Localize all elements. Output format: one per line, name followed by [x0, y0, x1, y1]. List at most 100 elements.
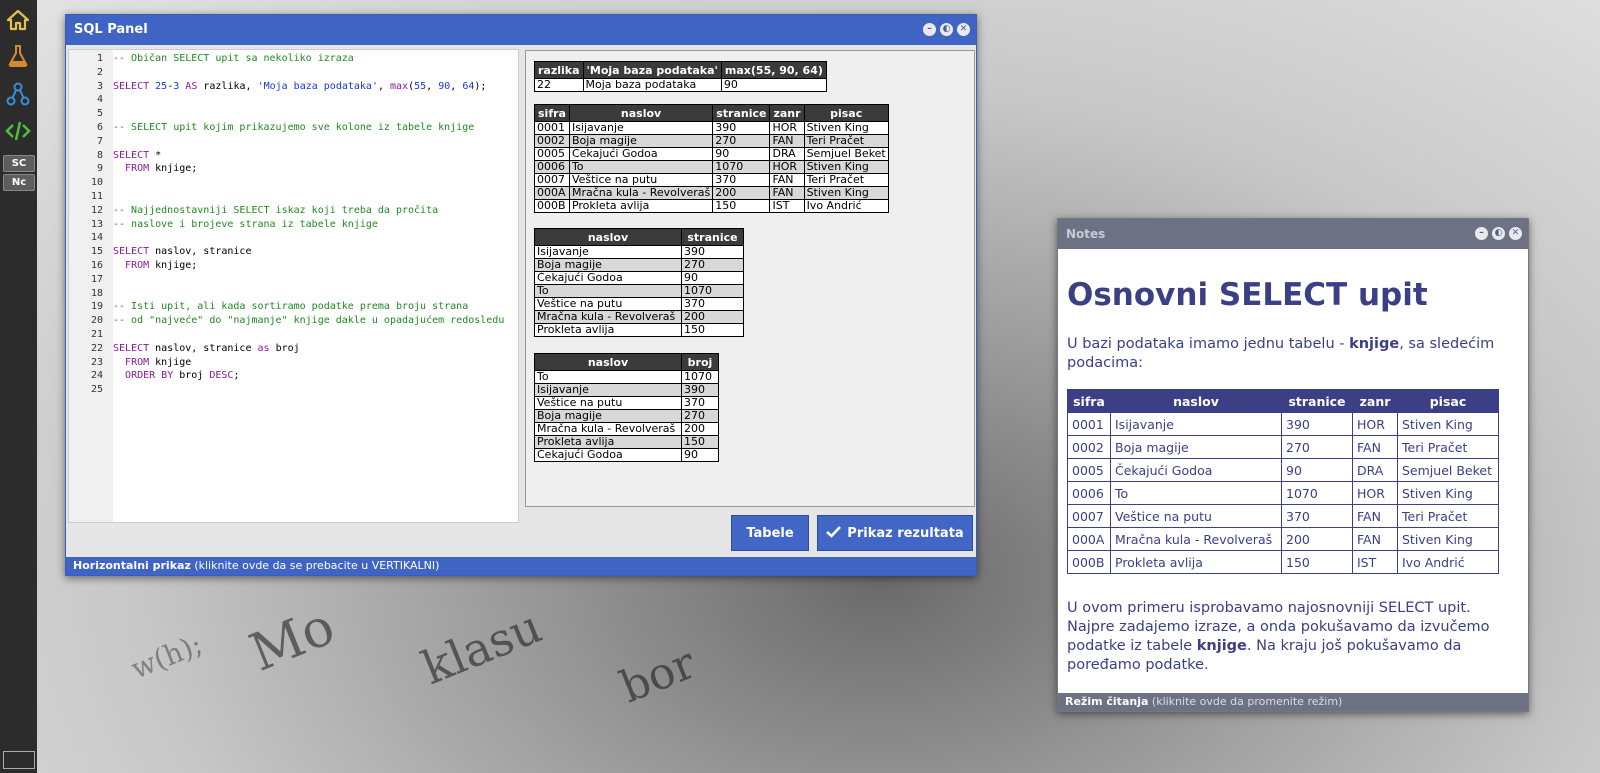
notes-heading: Osnovni SELECT upit — [1067, 277, 1428, 313]
column-header: pisac — [1397, 389, 1499, 413]
table-cell: Ivo Andrić — [803, 199, 889, 213]
table-row: Isijavanje 390 — [534, 383, 719, 397]
home-icon[interactable] — [4, 6, 32, 34]
table-cell: 90 — [681, 271, 744, 285]
code-line[interactable]: 14 — [69, 231, 518, 245]
table-cell: Veštice na putu — [568, 173, 714, 187]
sidebar-tag-sc[interactable]: SC — [3, 155, 35, 172]
column-header: naslov — [1110, 389, 1282, 413]
line-number: 13 — [90, 218, 103, 230]
sidebar-bottom-box[interactable] — [3, 751, 35, 769]
column-header: naslov — [534, 353, 682, 371]
line-number: 15 — [90, 246, 103, 258]
sql-code-editor[interactable]: 1 -- Običan SELECT upit sa nekoliko izraz… — [68, 49, 519, 523]
code-line[interactable]: 22 SELECT naslov, stranice as broj — [69, 342, 518, 356]
code-line[interactable]: 19 -- Isti upit, ali kada sortiramo podat… — [69, 300, 518, 314]
table-cell: Stiven King — [803, 160, 889, 174]
table-cell: Prokleta avlija — [568, 199, 714, 213]
code-icon[interactable] — [4, 117, 32, 145]
table-cell: To — [534, 370, 682, 384]
sql-panel-titlebar[interactable]: SQL Panel – ◐ ✕ — [66, 15, 976, 45]
code-line[interactable]: 17 — [69, 273, 518, 287]
code-line[interactable]: 20 -- od "najveće" do "najmanje" knjige d… — [69, 314, 518, 328]
table-row: Veštice na putu 370 — [534, 297, 744, 311]
code-line[interactable]: 16 FROM knjige; — [69, 259, 518, 273]
table-cell: 270 — [1281, 435, 1353, 459]
code-line[interactable]: 18 — [69, 287, 518, 301]
code-line[interactable]: 5 — [69, 107, 518, 121]
table-cell: FAN — [769, 173, 805, 187]
table-cell: Boja magije — [534, 258, 682, 272]
restore-icon[interactable]: ◐ — [940, 23, 953, 36]
table-cell: 200 — [1281, 527, 1353, 551]
table-cell: Teri Pračet — [803, 134, 889, 148]
line-number: 11 — [90, 191, 103, 202]
code-line[interactable]: 21 — [69, 328, 518, 342]
line-number: 24 — [90, 370, 103, 382]
sidebar-tag-nc[interactable]: Nc — [3, 174, 35, 191]
code-line[interactable]: 3 SELECT 25-3 AS razlika, 'Moja baza poda… — [69, 80, 518, 94]
view-mode-hint: (kliknite ovde da se prebacite u VERTIKA… — [190, 559, 440, 572]
table-cell: DRA — [1352, 458, 1398, 482]
line-number: 20 — [90, 315, 103, 327]
sql-panel-status-bar[interactable]: Horizontalni prikaz (kliknite ovde da se… — [66, 557, 976, 575]
code-line[interactable]: 10 — [69, 176, 518, 190]
reading-mode-label: Režim čitanja — [1065, 695, 1149, 708]
table-row: 22 Moja baza podataka 90 — [534, 78, 827, 92]
table-row: 0005 Čekajući Godoa 90 DRA Semjuel Beket — [1067, 458, 1499, 482]
code-line[interactable]: 9 FROM knjige; — [69, 162, 518, 176]
result-table-2: sifra naslov stranice zanr pisac 0001 Isijavan… — [534, 104, 889, 213]
tables-button[interactable]: Tabele — [731, 515, 809, 551]
code-line[interactable]: 12 -- Najjednostavniji SELECT iskaz koji … — [69, 204, 518, 218]
table-cell: FAN — [769, 186, 805, 200]
table-row: Boja magije 270 — [534, 409, 719, 423]
notes-status-bar[interactable]: Režim čitanja (kliknite ovde da promenit… — [1058, 693, 1528, 711]
notes-intro-table-name: knjige — [1349, 336, 1400, 352]
line-number: 10 — [90, 177, 103, 189]
table-cell: Čekajući Godoa — [1110, 458, 1282, 482]
table-cell: 0002 — [534, 134, 570, 148]
line-number: 2 — [96, 66, 103, 78]
column-header: broj — [681, 353, 719, 371]
close-icon[interactable]: ✕ — [957, 23, 970, 36]
table-cell: 1070 — [1281, 481, 1353, 505]
view-mode-label: Horizontalni prikaz — [73, 559, 191, 572]
notes-outro: U ovom primeru isprobavamo najosnovniji … — [1067, 599, 1517, 675]
line-number: 9 — [96, 163, 103, 175]
code-line[interactable]: 8 SELECT * — [69, 149, 518, 163]
code-line[interactable]: 24 ORDER BY broj DESC; — [69, 369, 518, 383]
code-line[interactable]: 13 -- naslove i brojeve strana iz tabele … — [69, 218, 518, 232]
code-line[interactable]: 2 — [69, 66, 518, 80]
table-cell: 370 — [1281, 504, 1353, 528]
share-nodes-icon[interactable] — [4, 80, 32, 108]
restore-icon[interactable]: ◐ — [1492, 227, 1505, 240]
table-row: Veštice na putu 370 — [534, 396, 719, 410]
close-icon[interactable]: ✕ — [1509, 227, 1522, 240]
code-line[interactable]: 4 — [69, 93, 518, 107]
flask-icon[interactable] — [4, 42, 32, 70]
table-row: Čekajući Godoa 90 — [534, 448, 719, 462]
line-number: 1 — [96, 53, 103, 64]
code-line[interactable]: 7 — [69, 135, 518, 149]
table-cell: 0005 — [534, 147, 570, 161]
code-line[interactable]: 1 -- Običan SELECT upit sa nekoliko izraz… — [69, 52, 518, 66]
table-cell: 90 — [712, 147, 771, 161]
code-line[interactable]: 15 SELECT naslov, stranice — [69, 245, 518, 259]
wallpaper-text: w(h); — [126, 627, 207, 686]
minimize-icon[interactable]: – — [923, 23, 936, 36]
show-results-button[interactable]: Prikaz rezultata — [817, 515, 973, 551]
code-line[interactable]: 25 — [69, 383, 518, 397]
table-cell: Boja magije — [1110, 435, 1282, 459]
table-cell: Mračna kula - Revolveraš — [568, 186, 714, 200]
result-table-3: naslov stranice Isijavanje 390 Boja magije 27… — [534, 228, 744, 337]
table-cell: Stiven King — [803, 186, 889, 200]
code-line[interactable]: 11 — [69, 190, 518, 204]
notes-titlebar[interactable]: Notes – ◐ ✕ — [1058, 219, 1528, 249]
table-cell: 390 — [681, 383, 719, 397]
minimize-icon[interactable]: – — [1475, 227, 1488, 240]
code-line[interactable]: 6 -- SELECT upit kojim prikazujemo sve ko… — [69, 121, 518, 135]
table-cell: 000A — [1067, 527, 1111, 551]
notes-title: Notes — [1066, 227, 1106, 241]
table-cell: Mračna kula - Revolveraš — [1110, 527, 1282, 551]
code-line[interactable]: 23 FROM knjige — [69, 356, 518, 370]
